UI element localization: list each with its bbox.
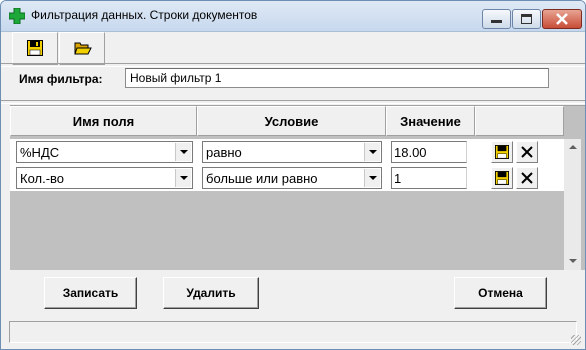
window-title: Фильтрация данных. Строки документов bbox=[31, 8, 258, 22]
row-save-button[interactable] bbox=[491, 167, 513, 189]
app-cross-icon bbox=[9, 8, 25, 24]
maximize-icon bbox=[521, 14, 532, 24]
condition-select[interactable]: больше или равно bbox=[202, 167, 382, 189]
column-header-actions bbox=[475, 106, 564, 136]
filter-dialog-window: Фильтрация данных. Строки документов Имя… bbox=[0, 0, 586, 350]
close-icon bbox=[556, 13, 568, 25]
status-bar bbox=[9, 321, 577, 343]
toolbar bbox=[9, 31, 109, 65]
column-header-field[interactable]: Имя поля bbox=[10, 106, 197, 136]
toolbar-save-button[interactable] bbox=[12, 32, 58, 65]
floppy-disk-icon bbox=[27, 40, 43, 56]
maximize-button[interactable] bbox=[512, 9, 541, 29]
cancel-button[interactable]: Отмена bbox=[454, 277, 547, 309]
chevron-down-icon[interactable] bbox=[175, 169, 191, 187]
save-button[interactable]: Записать bbox=[44, 277, 137, 309]
minimize-button[interactable] bbox=[482, 9, 511, 29]
field-select[interactable]: Кол.-во bbox=[16, 167, 193, 189]
separator bbox=[1, 63, 585, 67]
filter-name-label: Имя фильтра: bbox=[19, 72, 103, 86]
field-select[interactable]: %НДС bbox=[16, 141, 193, 163]
scroll-up-icon[interactable] bbox=[564, 139, 581, 156]
value-input[interactable]: 1 bbox=[391, 167, 467, 189]
folder-open-icon bbox=[74, 42, 92, 55]
conditions-grid: Имя поля Условие Значение %НДС равно 18.… bbox=[10, 105, 585, 270]
field-select-value: %НДС bbox=[20, 145, 60, 160]
minimize-icon bbox=[491, 20, 502, 23]
vertical-scrollbar[interactable] bbox=[564, 139, 581, 270]
filter-name-input[interactable] bbox=[125, 68, 549, 88]
scroll-down-icon[interactable] bbox=[564, 253, 581, 270]
condition-select[interactable]: равно bbox=[202, 141, 382, 163]
row-save-button[interactable] bbox=[491, 141, 513, 163]
title-bar: Фильтрация данных. Строки документов bbox=[1, 1, 585, 32]
floppy-disk-icon bbox=[495, 145, 509, 159]
close-icon bbox=[521, 172, 533, 184]
row-delete-button[interactable] bbox=[516, 141, 538, 163]
table-row: Кол.-во больше или равно 1 bbox=[10, 165, 564, 191]
column-header-condition[interactable]: Условие bbox=[197, 106, 386, 136]
close-window-button[interactable] bbox=[542, 9, 582, 29]
chevron-down-icon[interactable] bbox=[364, 169, 380, 187]
column-header-value[interactable]: Значение bbox=[386, 106, 475, 136]
condition-select-value: равно bbox=[206, 145, 242, 160]
value-input[interactable]: 18.00 bbox=[391, 141, 467, 163]
chevron-down-icon[interactable] bbox=[175, 143, 191, 161]
toolbar-open-button[interactable] bbox=[59, 32, 105, 65]
resize-grip-icon[interactable] bbox=[571, 335, 581, 345]
floppy-disk-icon bbox=[495, 171, 509, 185]
row-delete-button[interactable] bbox=[516, 167, 538, 189]
close-icon bbox=[521, 146, 533, 158]
separator bbox=[1, 100, 585, 104]
delete-button[interactable]: Удалить bbox=[163, 277, 259, 309]
field-select-value: Кол.-во bbox=[20, 171, 65, 186]
table-row: %НДС равно 18.00 bbox=[10, 139, 564, 165]
chevron-down-icon[interactable] bbox=[364, 143, 380, 161]
condition-select-value: больше или равно bbox=[206, 171, 318, 186]
